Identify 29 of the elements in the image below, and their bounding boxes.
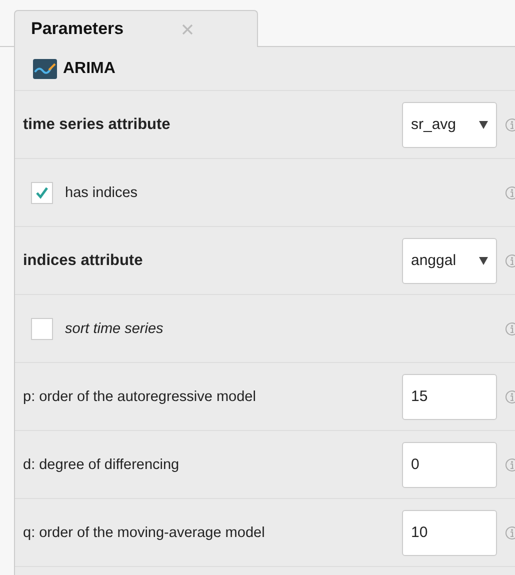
check-icon (34, 184, 50, 200)
attribute-dropdown[interactable]: anggal (402, 238, 497, 284)
parameter-label: q: order of the moving-average model (23, 524, 266, 540)
number-field[interactable]: 15 (402, 374, 497, 420)
info-icon[interactable] (505, 322, 515, 336)
chart-icon (33, 58, 57, 78)
checkbox-label: sort time series (65, 320, 164, 336)
attribute-dropdown[interactable]: sr_avg (402, 102, 497, 148)
info-icon[interactable] (505, 526, 515, 540)
caret-icon (479, 120, 488, 128)
tab-label: Parameters (31, 19, 124, 39)
number-field[interactable]: 10 (402, 510, 497, 556)
info-icon[interactable] (505, 118, 515, 132)
checkbox[interactable] (31, 318, 53, 340)
info-icon[interactable] (505, 186, 515, 200)
tab[interactable]: Parameters (14, 10, 258, 47)
checkbox[interactable] (31, 182, 53, 204)
operator-name: ARIMA (63, 60, 116, 78)
parameter-label: d: degree of differencing (23, 456, 180, 472)
info-icon[interactable] (505, 458, 515, 472)
info-icon[interactable] (505, 254, 515, 268)
number-field[interactable]: 0 (402, 442, 497, 488)
checkbox-label: has indices (65, 184, 139, 200)
close-icon[interactable] (182, 24, 193, 34)
caret-icon (479, 256, 488, 264)
parameter-label: p: order of the autoregressive model (23, 388, 257, 404)
info-icon[interactable] (505, 390, 515, 404)
parameter-label: time series attribute (23, 116, 172, 134)
parameter-label: indices attribute (23, 252, 144, 270)
